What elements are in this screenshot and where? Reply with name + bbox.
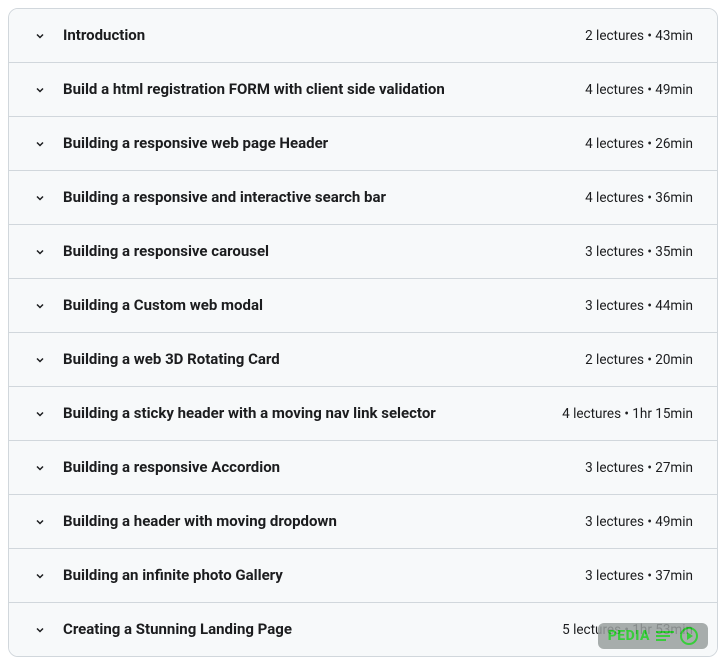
watermark-badge: PEDIA — [598, 623, 708, 649]
section-meta: 3 lectures • 27min — [585, 460, 693, 476]
section-title: Building a responsive web page Header — [63, 133, 569, 154]
section-row[interactable]: Building a header with moving dropdown 3… — [9, 495, 717, 549]
section-meta: 4 lectures • 49min — [585, 82, 693, 98]
watermark-lines-icon — [656, 631, 674, 641]
chevron-down-icon — [33, 245, 47, 259]
chevron-down-icon — [33, 515, 47, 529]
section-row[interactable]: Building a responsive web page Header 4 … — [9, 117, 717, 171]
chevron-down-icon — [33, 191, 47, 205]
section-title: Building a sticky header with a moving n… — [63, 403, 546, 424]
chevron-down-icon — [33, 137, 47, 151]
section-row[interactable]: Building a sticky header with a moving n… — [9, 387, 717, 441]
course-sections-list: Introduction 2 lectures • 43min Build a … — [8, 8, 718, 657]
section-meta: 3 lectures • 49min — [585, 514, 693, 530]
section-meta: 4 lectures • 26min — [585, 136, 693, 152]
section-title: Creating a Stunning Landing Page — [63, 619, 546, 640]
section-meta: 2 lectures • 43min — [585, 28, 693, 44]
watermark-text: PEDIA — [608, 628, 650, 644]
section-title: Introduction — [63, 25, 569, 46]
section-row[interactable]: Building a responsive and interactive se… — [9, 171, 717, 225]
play-icon — [680, 627, 698, 645]
section-title: Building a header with moving dropdown — [63, 511, 569, 532]
section-title: Building a responsive and interactive se… — [63, 187, 569, 208]
section-meta: 4 lectures • 36min — [585, 190, 693, 206]
section-row[interactable]: Building a Custom web modal 3 lectures •… — [9, 279, 717, 333]
section-title: Building a responsive Accordion — [63, 457, 569, 478]
chevron-down-icon — [33, 29, 47, 43]
section-title: Build a html registration FORM with clie… — [63, 79, 569, 100]
section-row[interactable]: Introduction 2 lectures • 43min — [9, 9, 717, 63]
section-meta: 4 lectures • 1hr 15min — [562, 406, 693, 422]
section-meta: 2 lectures • 20min — [585, 352, 693, 368]
section-title: Building a responsive carousel — [63, 241, 569, 262]
section-title: Building an infinite photo Gallery — [63, 565, 569, 586]
chevron-down-icon — [33, 353, 47, 367]
section-row[interactable]: Building a web 3D Rotating Card 2 lectur… — [9, 333, 717, 387]
chevron-down-icon — [33, 407, 47, 421]
section-row[interactable]: Build a html registration FORM with clie… — [9, 63, 717, 117]
chevron-down-icon — [33, 623, 47, 637]
section-meta: 3 lectures • 44min — [585, 298, 693, 314]
section-title: Building a Custom web modal — [63, 295, 569, 316]
section-row[interactable]: Building an infinite photo Gallery 3 lec… — [9, 549, 717, 603]
section-title: Building a web 3D Rotating Card — [63, 349, 569, 370]
chevron-down-icon — [33, 569, 47, 583]
chevron-down-icon — [33, 83, 47, 97]
section-meta: 3 lectures • 35min — [585, 244, 693, 260]
section-row[interactable]: Building a responsive Accordion 3 lectur… — [9, 441, 717, 495]
section-meta: 3 lectures • 37min — [585, 568, 693, 584]
chevron-down-icon — [33, 461, 47, 475]
section-row[interactable]: Building a responsive carousel 3 lecture… — [9, 225, 717, 279]
chevron-down-icon — [33, 299, 47, 313]
